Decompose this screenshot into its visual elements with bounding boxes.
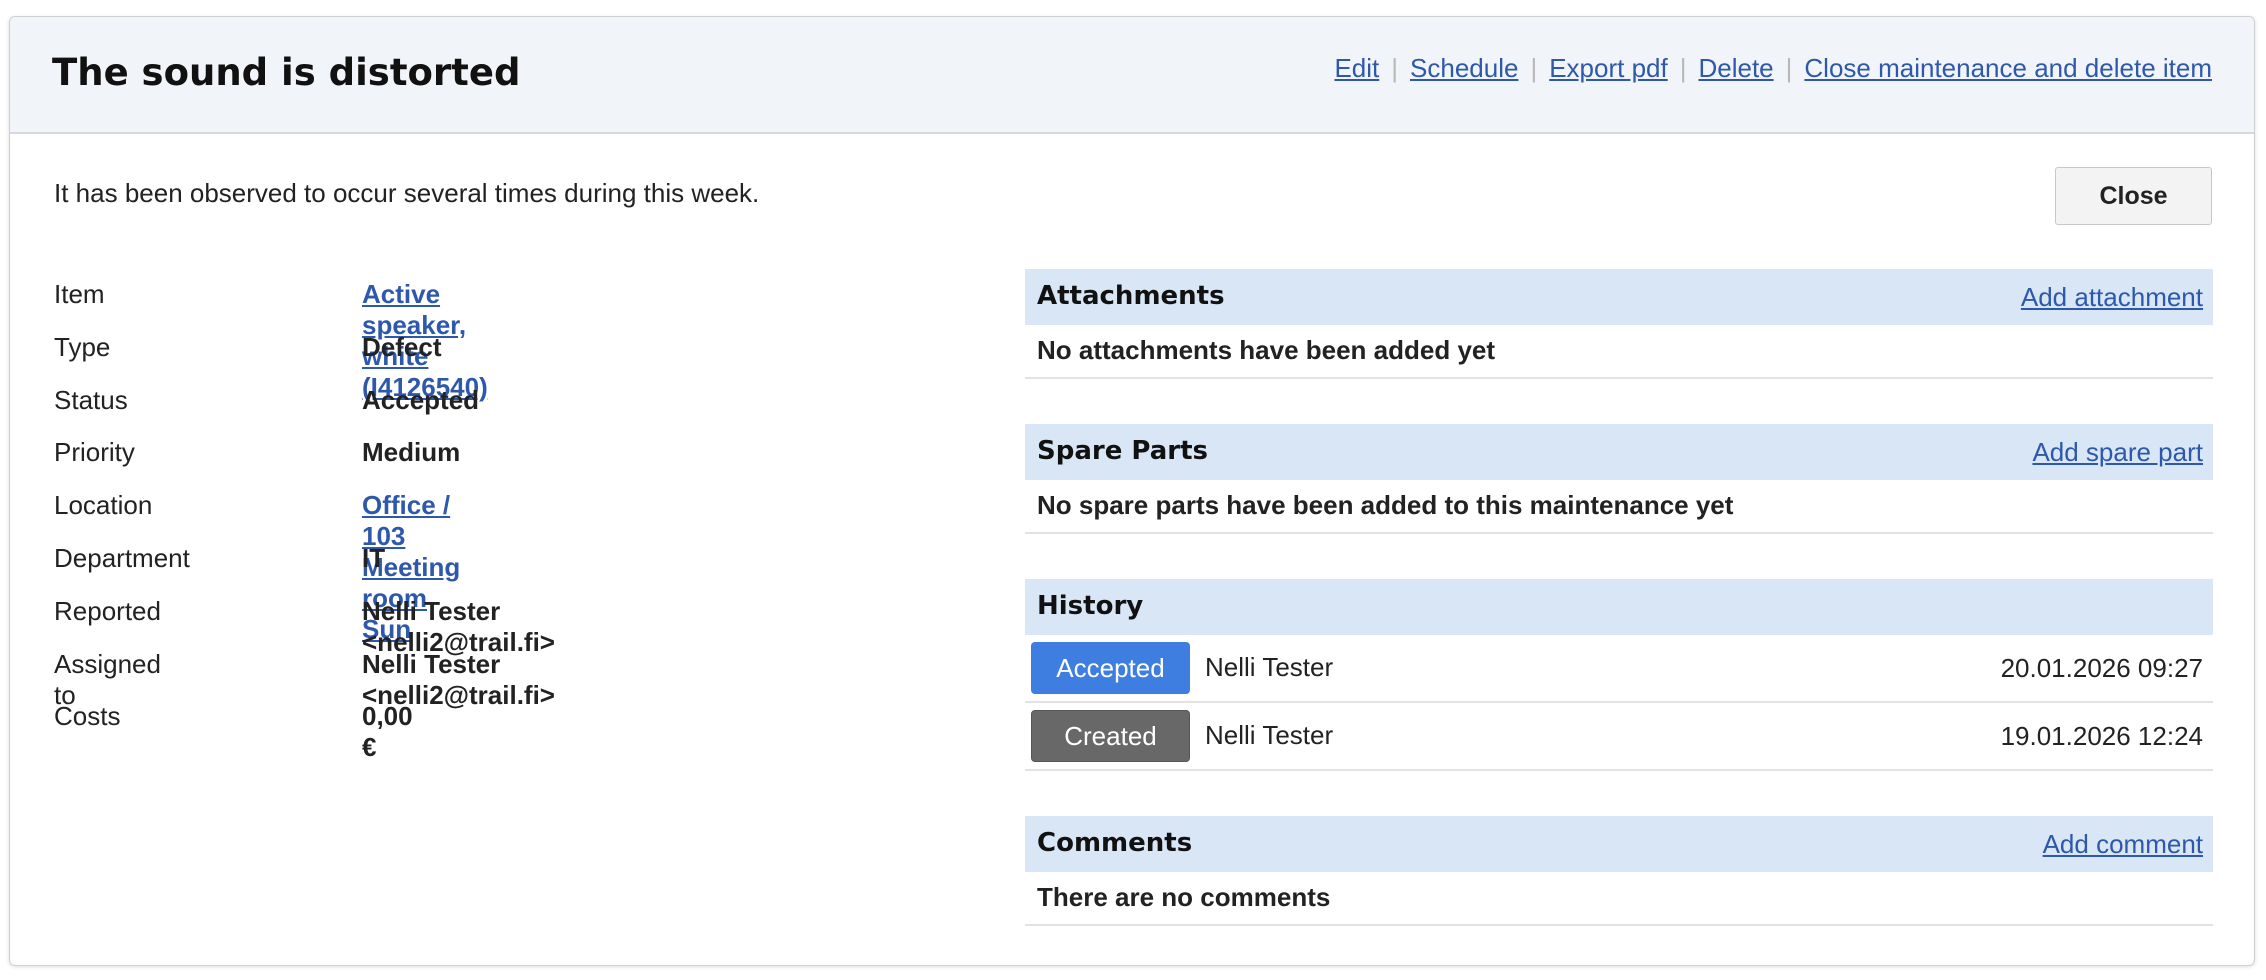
spare-parts-header: Spare Parts Add spare part <box>1025 424 2213 480</box>
detail-label: Item <box>54 279 105 309</box>
close-maintenance-delete-link[interactable]: Close maintenance and delete item <box>1804 53 2212 84</box>
empty-message: There are no comments <box>1037 882 1331 912</box>
attachments-body: No attachments have been added yet <box>1025 325 2213 379</box>
history-header: History <box>1025 579 2213 635</box>
detail-label: Reported <box>54 595 161 626</box>
status-badge: Accepted <box>1031 642 1190 694</box>
comments-header: Comments Add comment <box>1025 816 2213 872</box>
header-actions: Edit | Schedule | Export pdf | Delete | … <box>1334 53 2212 84</box>
history-user: Nelli Tester <box>1205 720 1334 750</box>
separator: | <box>1679 53 1687 83</box>
status-badge: Created <box>1031 710 1190 762</box>
detail-label: Location <box>54 490 153 521</box>
comments-body: There are no comments <box>1025 872 2213 926</box>
description-text: It has been observed to occur several ti… <box>54 178 760 208</box>
costs-value: 0,00 € <box>362 701 413 763</box>
maintenance-dialog: The sound is distorted Edit | Schedule |… <box>9 16 2255 966</box>
section-title: History <box>1037 591 1144 621</box>
history-row: Accepted Nelli Tester 20.01.2026 09:27 <box>1025 635 2213 703</box>
separator: | <box>1785 53 1793 83</box>
right-panel: Attachments Add attachment No attachment… <box>1025 269 2213 926</box>
history-date: 20.01.2026 09:27 <box>2000 653 2203 683</box>
detail-label: Priority <box>54 437 135 468</box>
empty-message: No attachments have been added yet <box>1037 335 1496 365</box>
department-value: IT <box>362 542 386 573</box>
attachments-header: Attachments Add attachment <box>1025 269 2213 325</box>
add-spare-part-link[interactable]: Add spare part <box>2032 437 2203 468</box>
export-pdf-link[interactable]: Export pdf <box>1549 53 1668 84</box>
page-title: The sound is distorted <box>52 51 521 94</box>
close-button[interactable]: Close <box>2055 167 2212 225</box>
priority-value: Medium <box>362 437 461 468</box>
spare-parts-body: No spare parts have been added to this m… <box>1025 480 2213 534</box>
delete-link[interactable]: Delete <box>1698 53 1773 84</box>
add-attachment-link[interactable]: Add attachment <box>2021 282 2203 313</box>
type-value: Defect <box>362 331 442 362</box>
separator: | <box>1391 53 1399 83</box>
edit-link[interactable]: Edit <box>1334 53 1379 84</box>
history-user: Nelli Tester <box>1205 652 1334 682</box>
section-title: Spare Parts <box>1037 436 1209 466</box>
detail-label: Department <box>54 542 190 573</box>
history-date: 19.01.2026 12:24 <box>2000 721 2203 751</box>
detail-label: Status <box>54 384 128 415</box>
detail-label: Costs <box>54 701 121 732</box>
section-title: Comments <box>1037 828 1193 858</box>
schedule-link[interactable]: Schedule <box>1410 53 1518 84</box>
status-value: Accepted <box>362 384 480 415</box>
empty-message: No spare parts have been added to this m… <box>1037 490 1734 520</box>
dialog-header: The sound is distorted Edit | Schedule |… <box>10 17 2254 134</box>
detail-label: Type <box>54 331 111 362</box>
separator: | <box>1530 53 1538 83</box>
history-row: Created Nelli Tester 19.01.2026 12:24 <box>1025 703 2213 771</box>
section-title: Attachments <box>1037 281 1225 311</box>
add-comment-link[interactable]: Add comment <box>2043 829 2203 860</box>
